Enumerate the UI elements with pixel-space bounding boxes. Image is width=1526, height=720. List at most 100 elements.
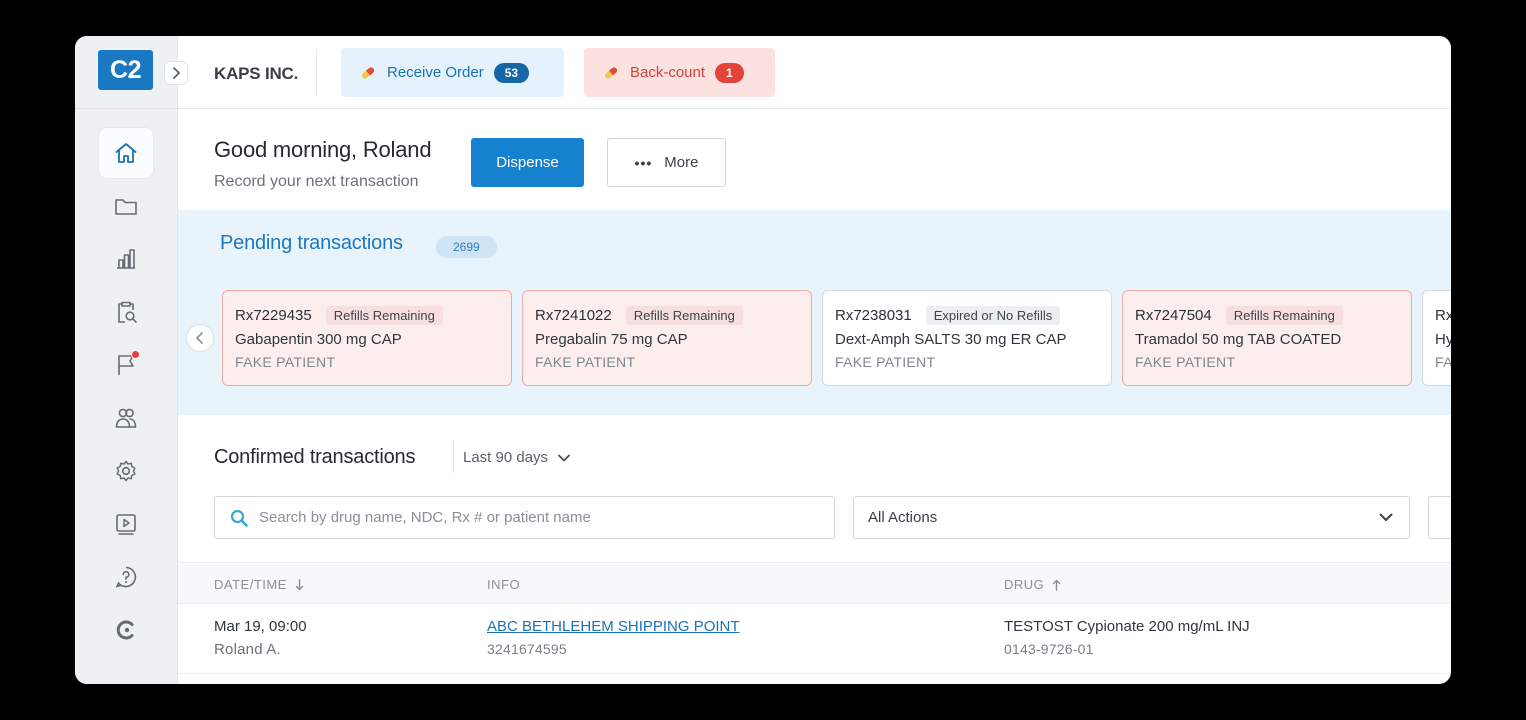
filter-dropdown-partial[interactable] xyxy=(1428,496,1451,539)
patient-name: FA xyxy=(1435,354,1451,370)
pending-card[interactable]: Rx7229435 Refills Remaining Gabapentin 3… xyxy=(222,290,512,386)
search-field[interactable] xyxy=(214,496,835,539)
sidebar-item-help[interactable] xyxy=(99,552,153,602)
company-name: KAPS INC. xyxy=(214,64,299,83)
dispense-button[interactable]: Dispense xyxy=(471,138,584,187)
column-header-date[interactable]: DATE/TIME xyxy=(214,577,304,592)
search-input[interactable] xyxy=(259,509,799,526)
app-logo[interactable]: C2 xyxy=(98,50,153,90)
sidebar: C2 xyxy=(75,36,188,684)
sidebar-item-home[interactable] xyxy=(99,128,153,178)
patient-name: FAKE PATIENT xyxy=(535,354,636,370)
notification-dot xyxy=(131,350,140,359)
sidebar-expand-button[interactable] xyxy=(164,61,188,85)
row-info-link[interactable]: ABC BETHLEHEM SHIPPING POINT xyxy=(487,618,740,635)
row-date: Mar 19, 09:00 xyxy=(214,618,307,635)
rx-number: Rx xyxy=(1435,306,1451,324)
actions-dropdown-value: All Actions xyxy=(868,509,938,526)
drug-name: Hy xyxy=(1435,331,1451,348)
sidebar-item-folder[interactable] xyxy=(99,181,153,231)
row-user: Roland A. xyxy=(214,641,281,658)
rx-number: Rx7247504 xyxy=(1135,306,1212,324)
more-dots-icon: ••• xyxy=(634,154,653,171)
refill-status-tag: Refills Remaining xyxy=(625,305,743,325)
pending-transactions-section: Pending transactions 2699 Rx7229435 Refi… xyxy=(178,210,1451,415)
sidebar-item-users[interactable] xyxy=(99,393,153,443)
pending-card-partial[interactable]: Rx Hy FA xyxy=(1422,290,1451,386)
sort-down-icon xyxy=(295,578,304,590)
chevron-right-icon xyxy=(173,67,180,79)
row-ndc: 0143-9726-01 xyxy=(1004,641,1094,657)
refill-status-tag: Refills Remaining xyxy=(325,305,443,325)
column-header-info[interactable]: INFO xyxy=(487,577,520,592)
gear-icon xyxy=(116,460,136,482)
sidebar-item-reports[interactable] xyxy=(99,234,153,284)
sidebar-item-brand[interactable] xyxy=(99,605,153,655)
more-label: More xyxy=(664,154,699,171)
sidebar-item-audit[interactable] xyxy=(99,287,153,337)
pending-title: Pending transactions xyxy=(220,232,403,254)
pill-icon xyxy=(604,66,618,79)
drug-name: Tramadol 50 mg TAB COATED xyxy=(1135,331,1342,348)
patient-name: FAKE PATIENT xyxy=(235,354,336,370)
column-header-drug[interactable]: DRUG xyxy=(1004,577,1061,592)
sidebar-item-settings[interactable] xyxy=(99,446,153,496)
row-drug: TESTOST Cypionate 200 mg/mL INJ xyxy=(1004,618,1250,635)
rx-number: Rx7238031 xyxy=(835,306,912,324)
pending-count-badge: 2699 xyxy=(436,236,497,258)
drug-name: Pregabalin 75 mg CAP xyxy=(535,331,688,348)
chevron-down-icon xyxy=(558,454,570,461)
column-header-date-label: DATE/TIME xyxy=(214,577,287,592)
patient-name: FAKE PATIENT xyxy=(1135,354,1236,370)
column-header-drug-label: DRUG xyxy=(1004,577,1045,592)
confirmed-divider xyxy=(453,441,454,473)
topbar: KAPS INC. Receive Order 53 Back-count 1 xyxy=(178,36,1451,109)
receive-order-count: 53 xyxy=(493,62,530,83)
greeting-subtitle: Record your next transaction xyxy=(214,173,419,190)
date-range-dropdown[interactable]: Last 90 days xyxy=(463,449,570,466)
refill-status-tag: Refills Remaining xyxy=(1225,305,1343,325)
pending-card[interactable]: Rx7247504 Refills Remaining Tramadol 50 … xyxy=(1122,290,1412,386)
sidebar-item-tutorials[interactable] xyxy=(99,499,153,549)
video-icon xyxy=(116,514,136,535)
folder-icon xyxy=(115,199,137,215)
receive-order-button[interactable]: Receive Order 53 xyxy=(341,48,564,97)
back-count-label: Back-count xyxy=(630,64,706,81)
search-icon xyxy=(230,509,248,527)
home-icon xyxy=(115,143,137,163)
table-header: DATE/TIME INFO DRUG xyxy=(178,562,1451,604)
topbar-divider xyxy=(316,50,317,96)
back-count-button[interactable]: Back-count 1 xyxy=(584,48,775,97)
table-row[interactable]: Mar 19, 09:00 Roland A. ABC BETHLEHEM SH… xyxy=(178,604,1451,674)
back-count-count: 1 xyxy=(715,62,744,83)
pill-icon xyxy=(361,66,375,79)
rx-number: Rx7241022 xyxy=(535,306,612,324)
bar-chart-icon xyxy=(117,249,135,269)
pending-card[interactable]: Rx7238031 Expired or No Refills Dext-Amp… xyxy=(822,290,1112,386)
sidebar-item-flags[interactable] xyxy=(99,340,153,390)
rx-number: Rx7229435 xyxy=(235,306,312,324)
drug-name: Dext-Amph SALTS 30 mg ER CAP xyxy=(835,331,1067,348)
actions-dropdown[interactable]: All Actions xyxy=(853,496,1410,539)
more-button[interactable]: ••• More xyxy=(607,138,726,187)
date-range-label: Last 90 days xyxy=(463,449,549,466)
column-header-info-label: INFO xyxy=(487,577,521,592)
pending-card[interactable]: Rx7241022 Refills Remaining Pregabalin 7… xyxy=(522,290,812,386)
c-logo-icon xyxy=(116,620,134,640)
patient-name: FAKE PATIENT xyxy=(835,354,936,370)
receive-order-label: Receive Order xyxy=(387,64,484,81)
help-icon xyxy=(115,566,137,588)
carousel-prev-button[interactable] xyxy=(186,324,214,352)
sort-up-icon xyxy=(1053,579,1061,591)
chevron-down-icon xyxy=(1379,513,1393,521)
drug-name: Gabapentin 300 mg CAP xyxy=(235,331,402,348)
clipboard-search-icon xyxy=(118,301,137,323)
users-icon xyxy=(115,408,137,428)
row-info-sub: 3241674595 xyxy=(487,641,567,657)
app-window: C2 KAPS INC. Receive Order 53 Back-count… xyxy=(75,36,1451,684)
refill-status-tag: Expired or No Refills xyxy=(925,305,1061,325)
sidebar-divider xyxy=(75,108,178,109)
confirmed-title: Confirmed transactions xyxy=(214,446,416,468)
greeting-title: Good morning, Roland xyxy=(214,137,432,162)
chevron-left-icon xyxy=(196,332,203,344)
